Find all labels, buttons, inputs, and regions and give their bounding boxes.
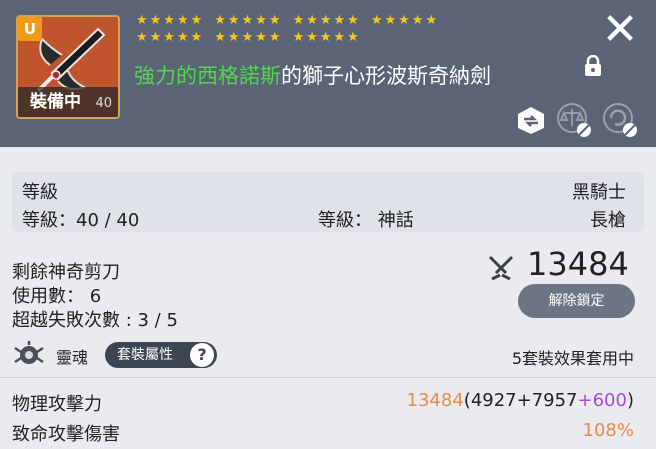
- stat-value-physical-attack: 13484(4927+7957+600): [407, 390, 634, 411]
- help-icon[interactable]: ?: [190, 343, 214, 367]
- item-header: U 裝備中 40 ★★★★★ ★★★★★ ★★★★★ ★★★★★ ★★★★★ ★★★★★…: [0, 0, 656, 147]
- stat-paren-close: ): [626, 390, 634, 411]
- trade-icon[interactable]: [514, 102, 548, 136]
- star-group: ★★★★★: [370, 13, 440, 28]
- item-icon-frame[interactable]: U 裝備中 40: [16, 15, 120, 119]
- level-value: 等級：40 / 40: [22, 210, 140, 231]
- star-force-row-2: ★★★★★ ★★★★★ ★★★★★: [136, 30, 371, 45]
- soul-label: 靈魂: [56, 348, 89, 367]
- item-name: 強力的西格諾斯的獅子心形波斯奇納劍: [134, 60, 491, 90]
- stat-value-critical-damage: 108%: [582, 420, 634, 441]
- soul-icon: [14, 341, 44, 364]
- divider: [0, 377, 656, 378]
- grade-value: 等級： 神話: [318, 210, 414, 231]
- star-group: ★★★★★: [292, 30, 361, 45]
- weapon-type: 長槍: [590, 210, 626, 231]
- item-name-potential: 強力的西格諾斯: [134, 64, 281, 88]
- stat-base: 4927+7957: [470, 390, 578, 411]
- job-class: 黑騎士: [572, 182, 626, 203]
- star-group: ★★★★★: [136, 30, 205, 45]
- rotate-icon[interactable]: [602, 102, 638, 138]
- star-group: ★★★★★: [214, 13, 283, 28]
- close-icon: ✕: [601, 4, 639, 55]
- stat-name-critical-damage: 致命攻擊傷害: [12, 424, 120, 445]
- set-effect-status: 5套裝效果套用中: [511, 349, 634, 368]
- combat-power-value: 13484: [527, 245, 629, 283]
- lock-icon[interactable]: [583, 55, 603, 77]
- stat-paren-open: (: [463, 390, 471, 411]
- stat-name-physical-attack: 物理攻擊力: [12, 394, 102, 415]
- level-header: 等級: [22, 182, 58, 203]
- close-button[interactable]: ✕: [598, 8, 642, 52]
- scissors-remaining-label: 剩餘神奇剪刀: [12, 262, 120, 283]
- use-count: 使用數： 6: [12, 286, 102, 307]
- item-name-base: 的獅子心形波斯奇納劍: [281, 64, 491, 88]
- set-attributes-label: 套裝屬性: [117, 347, 173, 363]
- rarity-badge: U: [18, 17, 42, 41]
- scale-icon[interactable]: [556, 102, 592, 138]
- star-group: ★★★★★: [214, 30, 283, 45]
- star-force-row-1: ★★★★★ ★★★★★ ★★★★★ ★★★★★: [136, 13, 449, 28]
- equipped-label: 裝備中: [30, 92, 81, 112]
- star-group: ★★★★★: [136, 13, 205, 28]
- crossed-swords-icon: [488, 255, 514, 281]
- star-group: ★★★★★: [292, 13, 361, 28]
- stat-bonus: +600: [577, 390, 627, 411]
- transcend-fail-count: 超越失敗次數 : 3 / 5: [12, 310, 178, 331]
- item-level: 40: [95, 96, 112, 111]
- stat-total: 13484: [406, 390, 464, 411]
- unlock-button[interactable]: 解除鎖定: [518, 284, 635, 318]
